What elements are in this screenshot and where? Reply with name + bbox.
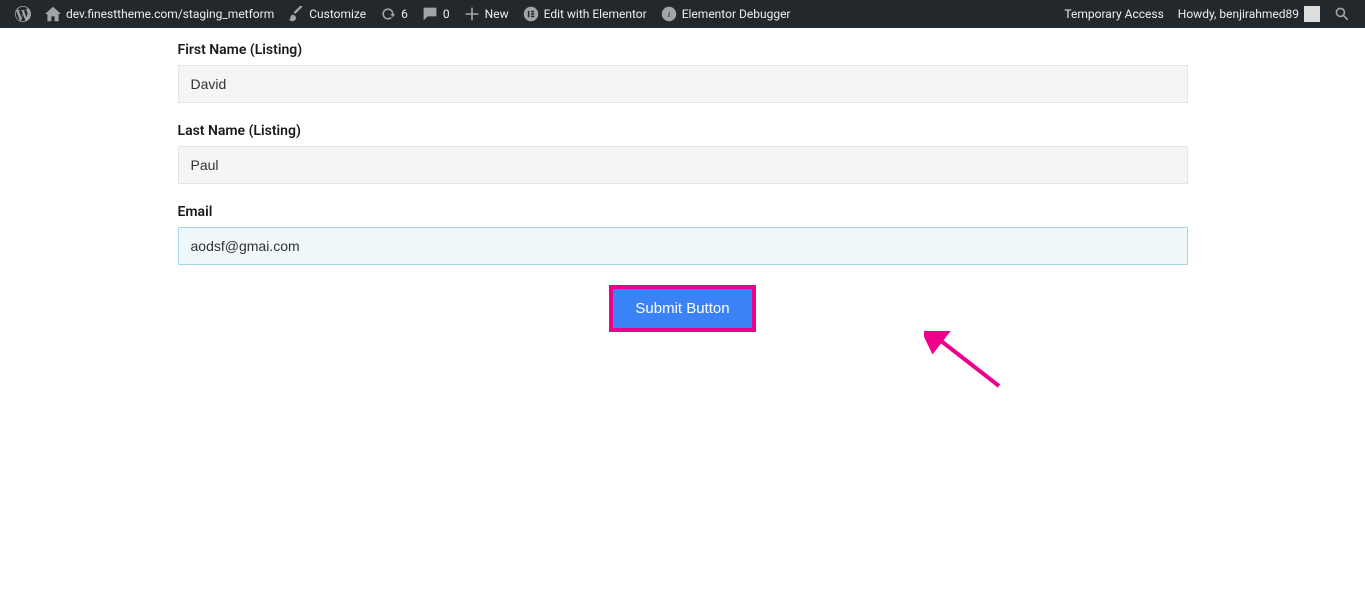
updates-menu[interactable]: 6 [373, 0, 415, 28]
email-label: Email [178, 204, 1188, 220]
form-container: First Name (Listing) Last Name (Listing)… [178, 28, 1188, 332]
submit-button[interactable]: Submit Button [609, 285, 755, 332]
comments-menu[interactable]: 0 [415, 0, 457, 28]
home-icon [45, 6, 61, 22]
debugger-icon: i [661, 6, 677, 22]
arrow-annotation-icon [924, 331, 1014, 401]
customize-menu[interactable]: Customize [281, 0, 373, 28]
last-name-label: Last Name (Listing) [178, 123, 1188, 139]
first-name-group: First Name (Listing) [178, 42, 1188, 103]
comment-icon [422, 6, 438, 22]
wp-admin-bar: dev.finesttheme.com/staging_metform Cust… [0, 0, 1365, 28]
temporary-access-menu[interactable]: Temporary Access [1057, 0, 1170, 28]
update-count: 6 [401, 7, 408, 21]
wordpress-icon [15, 6, 31, 22]
search-icon [1334, 6, 1350, 22]
last-name-group: Last Name (Listing) [178, 123, 1188, 184]
site-name-menu[interactable]: dev.finesttheme.com/staging_metform [38, 0, 281, 28]
email-input[interactable] [178, 227, 1188, 265]
first-name-input[interactable] [178, 65, 1188, 103]
email-group: Email [178, 204, 1188, 265]
brush-icon [288, 6, 304, 22]
site-url-label: dev.finesttheme.com/staging_metform [66, 7, 274, 21]
admin-bar-left: dev.finesttheme.com/staging_metform Cust… [8, 0, 798, 28]
elementor-icon [523, 6, 539, 22]
search-menu[interactable] [1327, 0, 1357, 28]
edit-elementor-menu[interactable]: Edit with Elementor [516, 0, 654, 28]
comment-count: 0 [443, 7, 450, 21]
avatar-icon [1304, 6, 1320, 22]
edit-elementor-label: Edit with Elementor [544, 7, 647, 21]
elementor-debugger-label: Elementor Debugger [682, 7, 791, 21]
howdy-label: Howdy, benjirahmed89 [1178, 7, 1299, 21]
customize-label: Customize [309, 7, 366, 21]
last-name-input[interactable] [178, 146, 1188, 184]
wp-logo-menu[interactable] [8, 0, 38, 28]
elementor-debugger-menu[interactable]: i Elementor Debugger [654, 0, 798, 28]
new-label: New [485, 7, 509, 21]
update-icon [380, 6, 396, 22]
plus-icon [464, 6, 480, 22]
submit-wrapper: Submit Button [178, 285, 1188, 332]
first-name-label: First Name (Listing) [178, 42, 1188, 58]
my-account-menu[interactable]: Howdy, benjirahmed89 [1171, 0, 1327, 28]
temporary-access-label: Temporary Access [1064, 7, 1163, 21]
new-content-menu[interactable]: New [457, 0, 516, 28]
admin-bar-right: Temporary Access Howdy, benjirahmed89 [1057, 0, 1357, 28]
